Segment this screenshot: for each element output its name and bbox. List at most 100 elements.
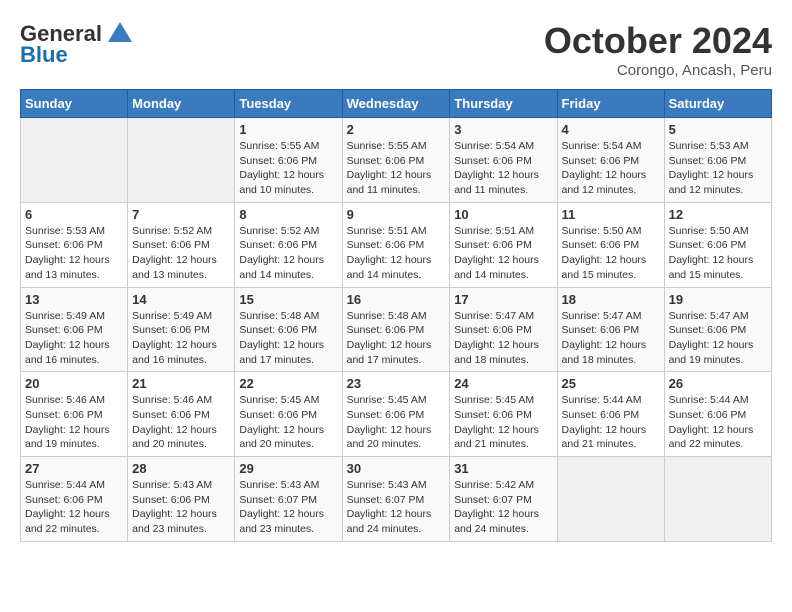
logo-icon [106,20,134,48]
calendar-cell: 3Sunrise: 5:54 AMSunset: 6:06 PMDaylight… [450,118,557,203]
calendar-cell: 20 Sunrise: 5:46 AMSunset: 6:06 PMDayligh… [21,372,128,457]
page-header: General Blue October 2024 Corongo, Ancas… [20,20,772,79]
calendar-cell: 21 Sunrise: 5:46 AMSunset: 6:06 PMDayligh… [128,372,235,457]
logo: General Blue [20,20,134,68]
day-info: Sunrise: 5:44 AMSunset: 6:06 PMDaylight:… [669,393,767,452]
logo-blue: Blue [20,42,68,68]
weekday-header: Tuesday [235,90,342,118]
day-info: Sunrise: 5:54 AMSunset: 6:06 PMDaylight:… [562,139,660,198]
calendar-cell: 30 Sunrise: 5:43 AMSunset: 6:07 PMDayligh… [342,457,450,542]
day-number: 30 [347,461,446,476]
day-info: Sunrise: 5:55 AMSunset: 6:06 PMDaylight:… [347,139,446,198]
calendar-cell: 8 Sunrise: 5:52 AMSunset: 6:06 PMDaylight… [235,202,342,287]
calendar-cell: 25Sunrise: 5:44 AMSunset: 6:06 PMDayligh… [557,372,664,457]
day-number: 26 [669,376,767,391]
day-number: 15 [239,292,337,307]
day-number: 28 [132,461,230,476]
day-number: 3 [454,122,552,137]
day-info: Sunrise: 5:51 AMSunset: 6:06 PMDaylight:… [454,224,552,283]
calendar-week-row: 20 Sunrise: 5:46 AMSunset: 6:06 PMDayligh… [21,372,772,457]
day-info: Sunrise: 5:50 AMSunset: 6:06 PMDaylight:… [669,224,767,283]
day-number: 21 [132,376,230,391]
day-info: Sunrise: 5:47 AMSunset: 6:06 PMDaylight:… [562,309,660,368]
calendar-cell: 14 Sunrise: 5:49 AMSunset: 6:06 PMDayligh… [128,287,235,372]
day-info: Sunrise: 5:46 AMSunset: 6:06 PMDaylight:… [25,393,123,452]
day-info: Sunrise: 5:45 AMSunset: 6:06 PMDaylight:… [239,393,337,452]
calendar-cell: 15 Sunrise: 5:48 AMSunset: 6:06 PMDayligh… [235,287,342,372]
day-info: Sunrise: 5:55 AMSunset: 6:06 PMDaylight:… [239,139,337,198]
calendar-cell: 5 Sunrise: 5:53 AMSunset: 6:06 PMDaylight… [664,118,771,203]
calendar-cell: 27 Sunrise: 5:44 AMSunset: 6:06 PMDayligh… [21,457,128,542]
day-number: 18 [562,292,660,307]
month-title: October 2024 [544,20,772,62]
day-number: 10 [454,207,552,222]
day-number: 16 [347,292,446,307]
day-info: Sunrise: 5:43 AMSunset: 6:06 PMDaylight:… [132,478,230,537]
calendar-cell [664,457,771,542]
calendar-cell: 9Sunrise: 5:51 AMSunset: 6:06 PMDaylight… [342,202,450,287]
day-info: Sunrise: 5:44 AMSunset: 6:06 PMDaylight:… [562,393,660,452]
day-number: 20 [25,376,123,391]
calendar-cell [21,118,128,203]
day-info: Sunrise: 5:52 AMSunset: 6:06 PMDaylight:… [239,224,337,283]
title-block: October 2024 Corongo, Ancash, Peru [544,20,772,79]
day-number: 22 [239,376,337,391]
calendar-cell: 26 Sunrise: 5:44 AMSunset: 6:06 PMDayligh… [664,372,771,457]
calendar-week-row: 6Sunrise: 5:53 AMSunset: 6:06 PMDaylight… [21,202,772,287]
calendar-header-row: SundayMondayTuesdayWednesdayThursdayFrid… [21,90,772,118]
weekday-header: Wednesday [342,90,450,118]
day-info: Sunrise: 5:53 AMSunset: 6:06 PMDaylight:… [669,139,767,198]
day-info: Sunrise: 5:48 AMSunset: 6:06 PMDaylight:… [239,309,337,368]
weekday-header: Saturday [664,90,771,118]
day-number: 6 [25,207,123,222]
day-info: Sunrise: 5:44 AMSunset: 6:06 PMDaylight:… [25,478,123,537]
day-number: 31 [454,461,552,476]
day-number: 5 [669,122,767,137]
day-number: 17 [454,292,552,307]
calendar-cell: 17Sunrise: 5:47 AMSunset: 6:06 PMDayligh… [450,287,557,372]
day-info: Sunrise: 5:43 AMSunset: 6:07 PMDaylight:… [239,478,337,537]
day-number: 23 [347,376,446,391]
day-number: 19 [669,292,767,307]
day-info: Sunrise: 5:50 AMSunset: 6:06 PMDaylight:… [562,224,660,283]
calendar-week-row: 27 Sunrise: 5:44 AMSunset: 6:06 PMDayligh… [21,457,772,542]
calendar-cell [557,457,664,542]
day-number: 14 [132,292,230,307]
day-number: 8 [239,207,337,222]
calendar-cell: 24 Sunrise: 5:45 AMSunset: 6:06 PMDayligh… [450,372,557,457]
day-number: 7 [132,207,230,222]
calendar-cell: 2 Sunrise: 5:55 AMSunset: 6:06 PMDaylight… [342,118,450,203]
calendar-cell: 7 Sunrise: 5:52 AMSunset: 6:06 PMDaylight… [128,202,235,287]
day-info: Sunrise: 5:52 AMSunset: 6:06 PMDaylight:… [132,224,230,283]
day-number: 27 [25,461,123,476]
calendar-cell: 16Sunrise: 5:48 AMSunset: 6:06 PMDayligh… [342,287,450,372]
day-number: 13 [25,292,123,307]
calendar: SundayMondayTuesdayWednesdayThursdayFrid… [20,89,772,542]
day-info: Sunrise: 5:46 AMSunset: 6:06 PMDaylight:… [132,393,230,452]
calendar-cell: 12 Sunrise: 5:50 AMSunset: 6:06 PMDayligh… [664,202,771,287]
day-info: Sunrise: 5:49 AMSunset: 6:06 PMDaylight:… [25,309,123,368]
calendar-cell [128,118,235,203]
location: Corongo, Ancash, Peru [544,62,772,79]
day-number: 2 [347,122,446,137]
weekday-header: Thursday [450,90,557,118]
calendar-cell: 11 Sunrise: 5:50 AMSunset: 6:06 PMDayligh… [557,202,664,287]
day-number: 9 [347,207,446,222]
calendar-cell: 23 Sunrise: 5:45 AMSunset: 6:06 PMDayligh… [342,372,450,457]
day-info: Sunrise: 5:45 AMSunset: 6:06 PMDaylight:… [454,393,552,452]
day-info: Sunrise: 5:47 AMSunset: 6:06 PMDaylight:… [669,309,767,368]
day-info: Sunrise: 5:43 AMSunset: 6:07 PMDaylight:… [347,478,446,537]
day-number: 4 [562,122,660,137]
calendar-cell: 28 Sunrise: 5:43 AMSunset: 6:06 PMDayligh… [128,457,235,542]
day-number: 11 [562,207,660,222]
day-info: Sunrise: 5:45 AMSunset: 6:06 PMDaylight:… [347,393,446,452]
day-number: 24 [454,376,552,391]
day-number: 12 [669,207,767,222]
calendar-cell: 1Sunrise: 5:55 AMSunset: 6:06 PMDaylight… [235,118,342,203]
day-number: 29 [239,461,337,476]
day-info: Sunrise: 5:49 AMSunset: 6:06 PMDaylight:… [132,309,230,368]
weekday-header: Friday [557,90,664,118]
calendar-cell: 6Sunrise: 5:53 AMSunset: 6:06 PMDaylight… [21,202,128,287]
calendar-cell: 22 Sunrise: 5:45 AMSunset: 6:06 PMDayligh… [235,372,342,457]
weekday-header: Monday [128,90,235,118]
